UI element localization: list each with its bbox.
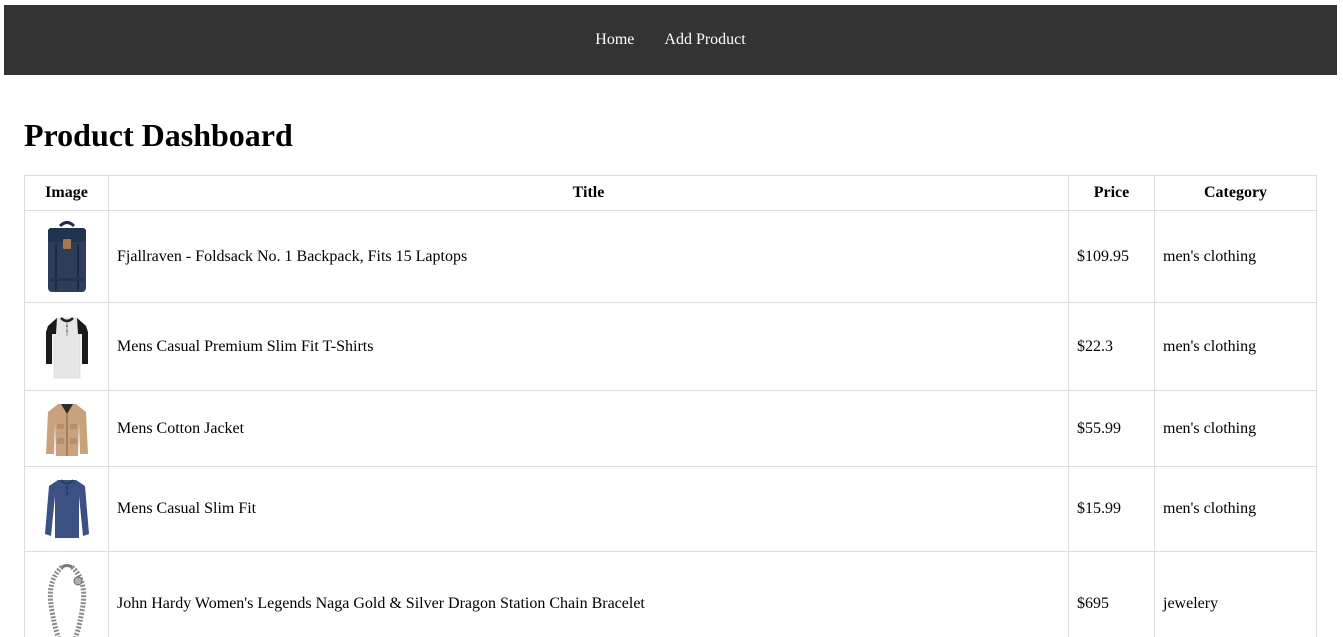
product-title: Mens Casual Premium Slim Fit T-Shirts xyxy=(108,302,1069,391)
nav-add-product-link[interactable]: Add Product xyxy=(664,31,745,49)
product-category: men's clothing xyxy=(1154,390,1317,467)
product-title: Fjallraven - Foldsack No. 1 Backpack, Fi… xyxy=(108,210,1069,303)
product-title: John Hardy Women's Legends Naga Gold & S… xyxy=(108,551,1069,637)
table-row: Fjallraven - Foldsack No. 1 Backpack, Fi… xyxy=(24,210,1317,303)
table-header-row: Image Title Price Category xyxy=(24,175,1317,211)
top-navbar: Home Add Product xyxy=(4,5,1337,75)
product-image-cell xyxy=(24,390,109,467)
product-category: men's clothing xyxy=(1154,210,1317,303)
header-category: Category xyxy=(1154,175,1317,211)
product-image-cell xyxy=(24,466,109,552)
table-row: John Hardy Women's Legends Naga Gold & S… xyxy=(24,551,1317,637)
table-row: Mens Casual Premium Slim Fit T-Shirts $2… xyxy=(24,302,1317,391)
tshirt-icon xyxy=(42,312,92,382)
product-price: $22.3 xyxy=(1068,302,1155,391)
product-category: men's clothing xyxy=(1154,302,1317,391)
nav-home-link[interactable]: Home xyxy=(595,31,634,49)
product-image-cell xyxy=(24,551,109,637)
product-category: men's clothing xyxy=(1154,466,1317,552)
products-table: Image Title Price Category Fjallraven - … xyxy=(24,175,1317,637)
header-price: Price xyxy=(1068,175,1155,211)
table-header: Image Title Price Category xyxy=(24,175,1317,211)
backpack-icon xyxy=(42,220,92,294)
product-title: Mens Casual Slim Fit xyxy=(108,466,1069,552)
product-category: jewelery xyxy=(1154,551,1317,637)
page: Home Add Product Product Dashboard Image… xyxy=(0,0,1343,637)
table-row: Mens Cotton Jacket $55.99 men's clothing xyxy=(24,390,1317,467)
table-row: Mens Casual Slim Fit $15.99 men's clothi… xyxy=(24,466,1317,552)
page-title: Product Dashboard xyxy=(24,117,293,153)
product-price: $109.95 xyxy=(1068,210,1155,303)
product-price: $15.99 xyxy=(1068,466,1155,552)
header-image: Image xyxy=(24,175,109,211)
product-price: $55.99 xyxy=(1068,390,1155,467)
longsleeve-shirt-icon xyxy=(42,476,92,542)
product-title: Mens Cotton Jacket xyxy=(108,390,1069,467)
jacket-icon xyxy=(42,400,92,458)
product-image-cell xyxy=(24,302,109,391)
product-image-cell xyxy=(24,210,109,303)
product-price: $695 xyxy=(1068,551,1155,637)
table-body: Fjallraven - Foldsack No. 1 Backpack, Fi… xyxy=(24,210,1317,637)
bracelet-icon xyxy=(42,561,92,637)
header-title: Title xyxy=(108,175,1069,211)
